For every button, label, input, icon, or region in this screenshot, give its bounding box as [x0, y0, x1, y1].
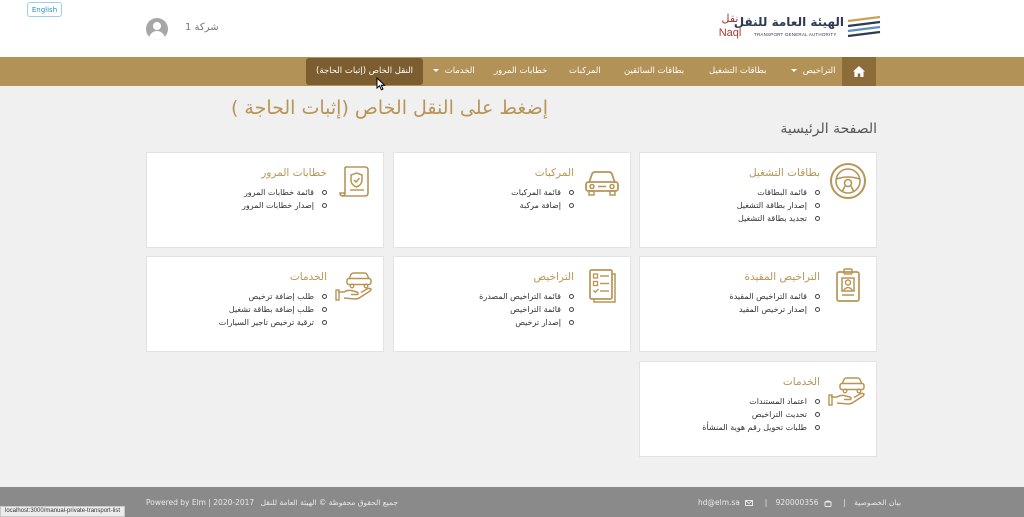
card-title: التراخيص المقيدة: [744, 271, 820, 283]
nav-home-button[interactable]: [842, 57, 876, 86]
nav-item-licenses[interactable]: التراخيص: [791, 57, 836, 86]
nav-item-traffic-letters[interactable]: خطابات المرور: [494, 57, 547, 86]
card-link[interactable]: اعتماد المستندات: [702, 395, 820, 408]
card-title: خطابات المرور: [261, 167, 327, 179]
card-link[interactable]: إصدار خطابات المرور: [242, 199, 327, 212]
browser-status-url: localhost:3000/manual-private-transport-…: [0, 506, 126, 517]
id-badge-icon: [836, 268, 860, 302]
mail-icon: [745, 500, 754, 506]
top-header: English شركة 1 نقل Naql الهيئة العامة لل…: [0, 0, 1024, 57]
card-link[interactable]: قائمة التراخيص المصدرة: [479, 290, 574, 303]
footer-contact: hd@elm.sa | 920000356 | بيان الخصوصية: [698, 498, 902, 507]
footer-rights: جميع الحقوق محفوظة © الهيئة العامة للنقل: [260, 498, 398, 507]
authority-name-en: TRANSPORT GENERAL AUTHORITY: [754, 32, 837, 37]
card-title: بطاقات التشغيل: [748, 167, 820, 179]
card-link[interactable]: تحديث التراخيص: [702, 408, 820, 421]
nav-item-services[interactable]: الخدمات: [433, 57, 475, 86]
card-licenses: التراخيص قائمة التراخيص المصدرة قائمة ال…: [393, 256, 631, 352]
card-link[interactable]: طلب إضافة بطاقة تشغيل: [219, 303, 327, 316]
card-link[interactable]: تجديد بطاقة التشغيل: [737, 212, 820, 225]
card-link-list: قائمة التراخيص المقيدة إصدار ترخيص المقي…: [730, 290, 821, 316]
authority-name-ar: الهيئة العامة للنقل: [733, 15, 844, 29]
steering-wheel-icon: [830, 163, 866, 199]
nav-item-operation-cards[interactable]: بطاقات التشغيل: [709, 57, 767, 86]
card-link[interactable]: طلبات تحويل رقم هوية المنشأة: [702, 421, 820, 434]
footer-powered-by: Powered by Elm | 2020-2017: [146, 498, 255, 507]
card-link-list: قائمة خطابات المرور إصدار خطابات المرور: [242, 186, 327, 212]
card-link-list: قائمة المركبات إضافة مركبة: [511, 186, 574, 212]
card-title: التراخيص: [533, 271, 574, 283]
card-link[interactable]: إصدار بطاقة التشغيل: [737, 199, 820, 212]
card-link[interactable]: إضافة مركبة: [511, 199, 574, 212]
nav-item-driver-cards[interactable]: بطاقات السائقين: [624, 57, 684, 86]
card-services-documents: الخدمات اعتماد المستندات تحديث التراخيص …: [639, 361, 877, 457]
card-link-list: قائمة التراخيص المصدرة قائمة التراخيص إص…: [479, 290, 574, 329]
nav-item-licenses-label: التراخيص: [802, 66, 836, 76]
authority-emblem-icon: [847, 15, 881, 38]
car-in-hand-icon: [335, 272, 372, 301]
chevron-down-icon: [433, 69, 439, 72]
footer-email[interactable]: hd@elm.sa: [698, 498, 740, 507]
card-link-list: قائمة البطاقات إصدار بطاقة التشغيل تجديد…: [737, 186, 820, 225]
phone-icon: [824, 500, 832, 507]
certificate-icon: [339, 166, 369, 197]
page-footer: Powered by Elm | 2020-2017 جميع الحقوق م…: [0, 487, 1024, 517]
card-link[interactable]: إصدار ترخيص المقيد: [730, 303, 821, 316]
main-navigation: التراخيص بطاقات التشغيل بطاقات السائقين …: [0, 57, 1024, 86]
card-link[interactable]: ترقية ترخيص تاجير السيارات: [219, 316, 327, 329]
card-title: الخدمات: [289, 271, 327, 283]
footer-phone[interactable]: 920000356: [776, 498, 819, 507]
car-icon: [585, 171, 619, 196]
home-icon: [853, 66, 865, 77]
card-link[interactable]: قائمة البطاقات: [737, 186, 820, 199]
card-vehicles: المركبات قائمة المركبات إضافة مركبة: [393, 152, 631, 248]
card-link[interactable]: قائمة التراخيص: [479, 303, 574, 316]
promo-heading: إضغط على النقل الخاص (إثبات الحاجة ): [230, 97, 548, 119]
card-link[interactable]: قائمة المركبات: [511, 186, 574, 199]
nav-item-services-label: الخدمات: [444, 66, 475, 76]
authority-logo[interactable]: الهيئة العامة للنقل TRANSPORT GENERAL AU…: [734, 15, 882, 45]
footer-privacy-link[interactable]: بيان الخصوصية: [854, 498, 901, 507]
card-operation-cards: بطاقات التشغيل قائمة البطاقات إصدار بطاق…: [639, 152, 877, 248]
footer-copyright: Powered by Elm | 2020-2017 جميع الحقوق م…: [146, 498, 398, 507]
card-title: المركبات: [534, 167, 574, 179]
car-in-hand-icon: [828, 377, 865, 406]
card-link[interactable]: قائمة خطابات المرور: [242, 186, 327, 199]
card-title: الخدمات: [782, 376, 820, 388]
card-link-list: طلب إضافة ترخيص طلب إضافة بطاقة تشغيل تر…: [219, 290, 327, 329]
company-name: شركة 1: [185, 22, 219, 33]
checklist-icon: [589, 269, 616, 303]
card-link[interactable]: طلب إضافة ترخيص: [219, 290, 327, 303]
user-avatar[interactable]: [146, 18, 168, 40]
nav-item-private-transport[interactable]: النقل الخاص (إثبات الحاجة): [306, 58, 424, 85]
card-link[interactable]: قائمة التراخيص المقيدة: [730, 290, 821, 303]
nav-item-vehicles[interactable]: المركبات: [569, 57, 601, 86]
card-link[interactable]: إصدار ترخيص: [479, 316, 574, 329]
card-services: الخدمات طلب إضافة ترخيص طلب إضافة بطاقة …: [146, 256, 384, 352]
card-traffic-letters: خطابات المرور قائمة خطابات المرور إصدار …: [146, 152, 384, 248]
card-link-list: اعتماد المستندات تحديث التراخيص طلبات تح…: [702, 395, 820, 434]
mouse-cursor-icon: [376, 77, 386, 91]
card-restricted-licenses: التراخيص المقيدة قائمة التراخيص المقيدة …: [639, 256, 877, 352]
language-toggle-button[interactable]: English: [27, 2, 62, 17]
chevron-down-icon: [791, 69, 797, 72]
page-title: الصفحة الرئيسية: [780, 121, 877, 137]
